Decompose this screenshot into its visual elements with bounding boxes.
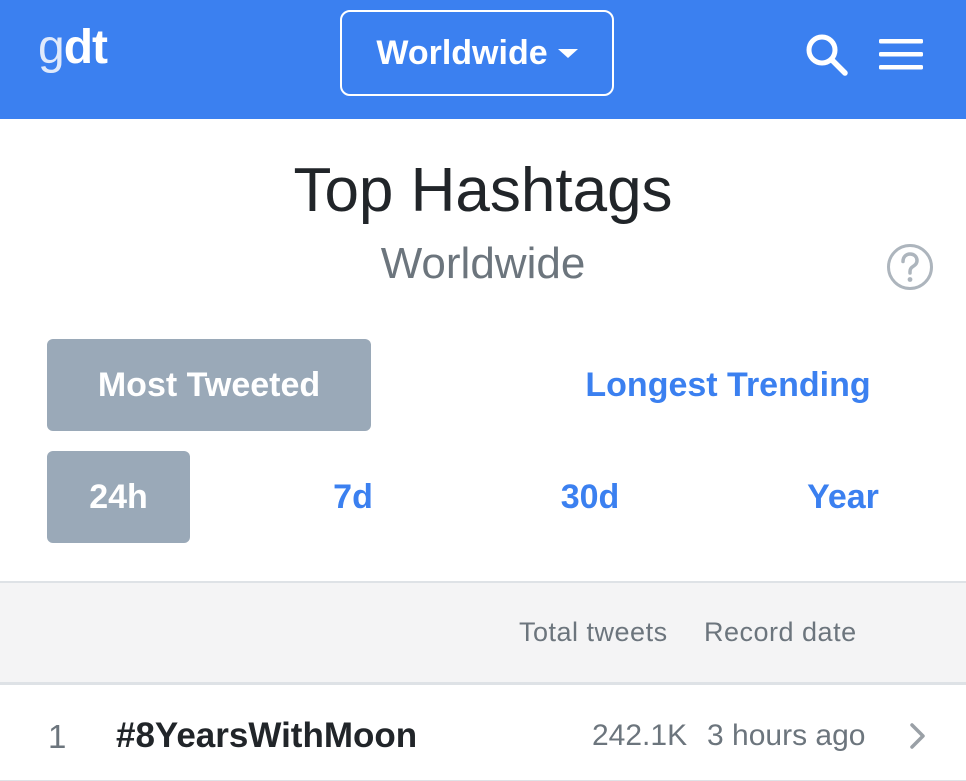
column-header-record-date[interactable]: Record date <box>704 617 857 648</box>
column-header-total-tweets[interactable]: Total tweets <box>519 617 668 648</box>
logo-letters-dt: dt <box>63 21 108 74</box>
tab-period-24h[interactable]: 24h <box>47 451 190 543</box>
site-logo[interactable]: gdt <box>38 21 108 74</box>
top-navbar: gdt Worldwide <box>0 0 966 119</box>
row-hashtag[interactable]: #8YearsWithMoon <box>116 716 417 756</box>
row-record-date: 3 hours ago <box>707 719 866 752</box>
region-dropdown-button[interactable]: Worldwide <box>340 10 614 96</box>
page-subtitle: Worldwide <box>380 239 586 288</box>
tab-longest-trending[interactable]: Longest Trending <box>560 339 896 431</box>
search-icon[interactable] <box>804 32 848 76</box>
row-total-tweets: 242.1K <box>592 719 688 752</box>
tab-period-30d[interactable]: 30d <box>530 451 650 543</box>
row-rank: 1 <box>48 718 67 755</box>
page-title: Top Hashtags <box>293 156 673 225</box>
table-header: Total tweets Record date <box>0 581 966 685</box>
region-dropdown-label: Worldwide <box>376 33 548 72</box>
caret-down-icon <box>557 48 578 58</box>
question-circle-icon[interactable] <box>886 243 934 291</box>
table-row[interactable]: 1 #8YearsWithMoon 242.1K 3 hours ago <box>0 688 966 781</box>
hamburger-menu-icon[interactable] <box>879 37 923 71</box>
logo-letter-g: g <box>38 21 65 74</box>
tab-period-7d[interactable]: 7d <box>300 451 406 543</box>
tab-period-year[interactable]: Year <box>790 451 896 543</box>
chevron-right-icon <box>910 723 925 749</box>
tab-most-tweeted[interactable]: Most Tweeted <box>47 339 371 431</box>
